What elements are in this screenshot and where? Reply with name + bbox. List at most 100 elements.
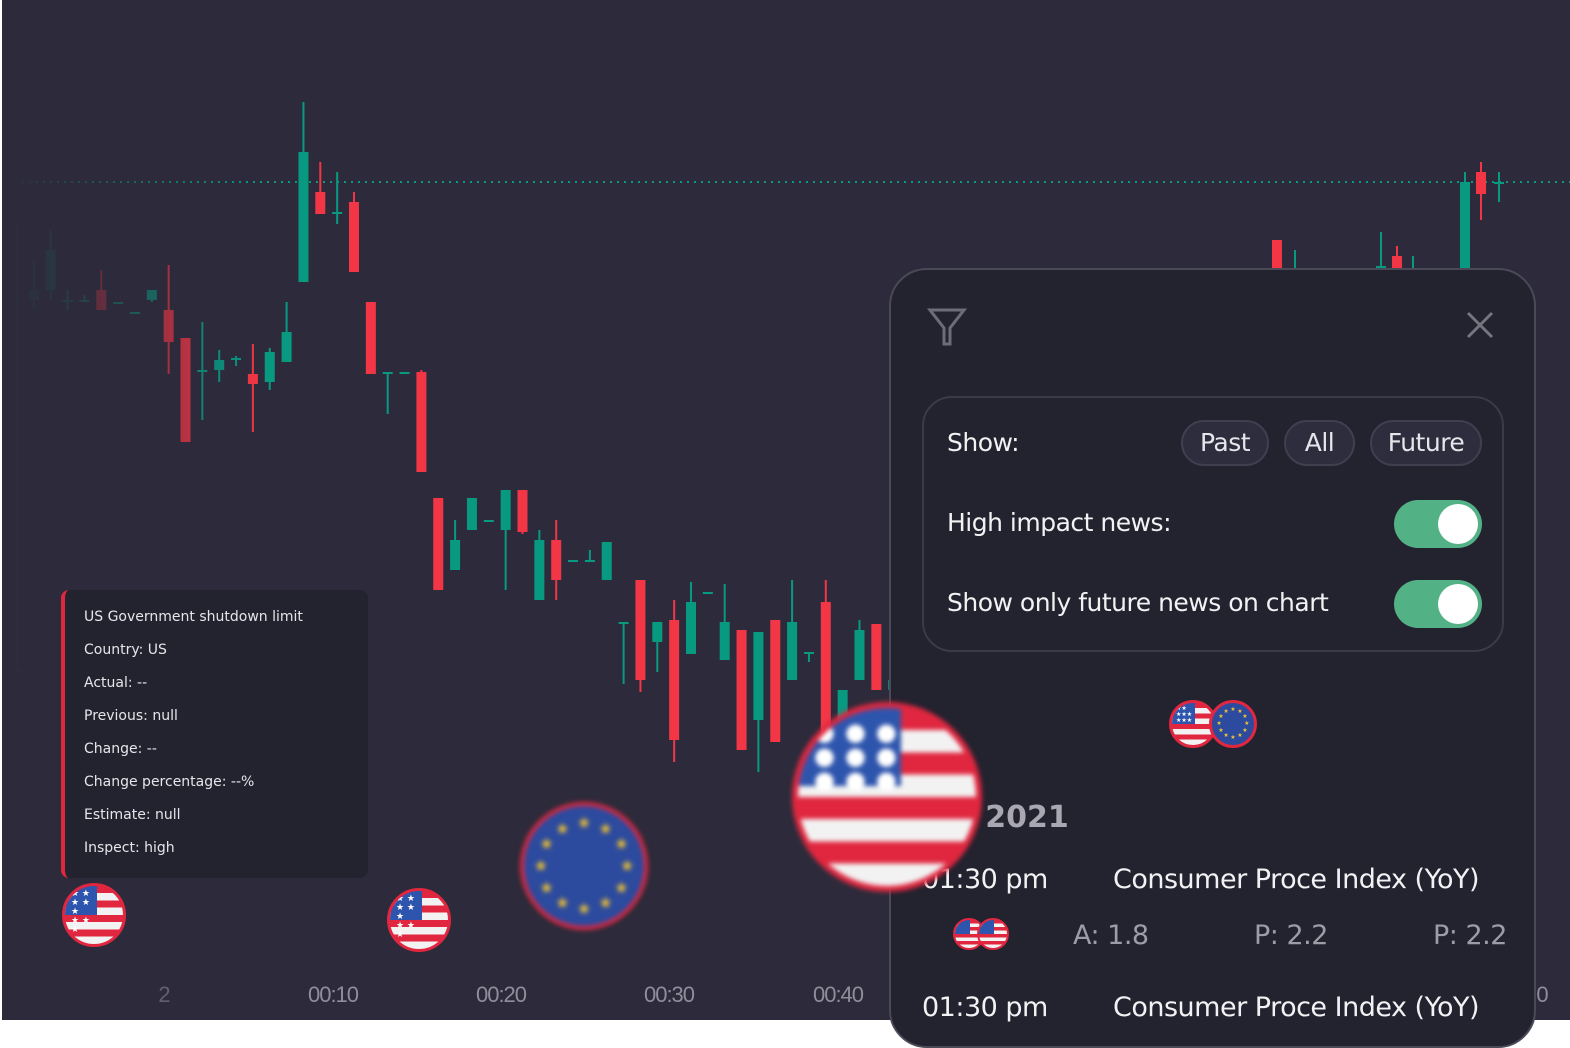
candle-body [315, 192, 326, 214]
candle-body [332, 212, 343, 214]
star-icon: ★ [533, 856, 548, 875]
star-icon: ★ [1223, 732, 1229, 739]
candle-body [365, 302, 376, 374]
candle-up [719, 584, 730, 660]
star-icon: ★ [555, 893, 570, 913]
candle-down [315, 162, 326, 214]
event-forecast: P: 2.2 [1433, 920, 1507, 951]
candle-up [146, 290, 157, 302]
candle-up [787, 580, 798, 680]
candle-up [113, 302, 124, 304]
candle-body [79, 300, 90, 302]
candle-down [96, 270, 107, 310]
candle-body [113, 302, 124, 304]
candle-down [669, 600, 680, 762]
star-icon: ★ [576, 812, 592, 832]
candle-body [45, 250, 56, 290]
candle-up [534, 530, 545, 600]
candle-body [1272, 240, 1282, 270]
candle-body [669, 620, 680, 740]
candle-body [298, 152, 309, 282]
high-impact-toggle[interactable] [1394, 500, 1482, 548]
candle-up [1460, 172, 1470, 270]
candle-up [281, 302, 292, 362]
us-flag-icon[interactable]: ●●● ●●● ●●● [792, 702, 982, 892]
eu-flag-icon[interactable]: ★ ★ ★ ★ ★ ★ ★ ★ ★ ★ ★ ★ [520, 802, 648, 930]
us-flag-icon[interactable]: ★ ★ ★ ★ ★ ★ ★ ★ [387, 888, 451, 952]
candle-down [551, 520, 562, 600]
event-actual: A: 1.8 [1073, 920, 1149, 951]
star-icon: ★ [1242, 726, 1248, 734]
candle-body [500, 490, 511, 530]
candle-body [264, 352, 275, 382]
candle-body [1476, 172, 1486, 194]
star-icon: ★ [1230, 706, 1236, 714]
candle-body [382, 372, 393, 374]
candle-body [146, 290, 157, 300]
candle-down [349, 192, 359, 272]
candle-body [753, 632, 764, 720]
candle-down [163, 265, 174, 374]
candle-up [197, 322, 208, 420]
star-icon: ★ [1223, 707, 1229, 715]
candle-up [702, 592, 713, 594]
candle-up [45, 230, 56, 300]
star-icon: ★ [539, 834, 554, 854]
x-tick-label: 0 [1536, 982, 1548, 1007]
toggle-knob [1438, 504, 1478, 544]
currency-filter[interactable]: ★★ ★★★ ★★★ ★ ★ ★ ★ ★ ★ ★ ★ ★ ★ ★ ★ [1169, 700, 1261, 750]
tooltip-actual: Actual: -- [84, 675, 148, 691]
show-future-button[interactable]: Future [1370, 420, 1482, 466]
event-name: Consumer Proce Index (YoY) [1113, 992, 1480, 1023]
eu-flag-icon[interactable]: ★ ★ ★ ★ ★ ★ ★ ★ ★ ★ ★ ★ [1209, 700, 1257, 748]
candle-up [584, 550, 595, 562]
tooltip-estimate: Estimate: null [84, 807, 181, 823]
future-only-toggle[interactable] [1394, 580, 1482, 628]
candle-down [416, 370, 427, 472]
candle-up [483, 520, 494, 522]
x-tick-label: 00:20 [475, 982, 527, 1007]
candle-body [601, 542, 612, 580]
candle-body [652, 622, 663, 642]
star-icon: ★ [555, 818, 570, 838]
candle-up [382, 372, 393, 414]
tooltip-inspect: Inspect: high [84, 840, 175, 856]
candle-down [365, 302, 376, 374]
candle-body [62, 300, 73, 302]
tooltip-change: Change: -- [84, 741, 157, 757]
tooltip-previous: Previous: null [84, 708, 178, 724]
candle-down [770, 620, 781, 742]
candle-down [871, 624, 882, 690]
candle-body [568, 560, 579, 562]
candle-up [753, 632, 764, 772]
candle-body [214, 360, 225, 370]
us-flag-icon [977, 918, 1009, 950]
candle-up [686, 582, 696, 654]
filter-settings: Show: Past All Future High impact news: … [922, 396, 1504, 652]
candle-body [803, 652, 814, 654]
candle-body [433, 498, 444, 590]
candle-up [79, 295, 90, 302]
show-past-button[interactable]: Past [1181, 420, 1269, 466]
close-icon[interactable] [1465, 310, 1495, 340]
candle-body [584, 560, 595, 562]
candle-body [635, 580, 646, 680]
candle-body [719, 622, 730, 660]
tooltip-change-percentage: Change percentage: --% [84, 774, 255, 790]
candle-down [736, 630, 747, 750]
us-flag-icon[interactable]: ★ ★ ★ ★ ★ ★ ★ ★ [62, 883, 126, 947]
tooltip-country: Country: US [84, 642, 167, 658]
candle-body [854, 630, 865, 680]
candle-up [1494, 172, 1504, 202]
candle-up [28, 260, 39, 310]
candle-up [601, 542, 612, 580]
event-currency-icons [953, 918, 1013, 952]
star-icon: ★ [598, 818, 613, 838]
candle-down [180, 338, 191, 442]
candle-down [1272, 240, 1282, 270]
candle-up [332, 172, 343, 224]
candle-body [399, 372, 410, 374]
filter-icon[interactable] [927, 306, 967, 346]
candle-body [551, 540, 562, 580]
show-all-button[interactable]: All [1284, 420, 1355, 466]
